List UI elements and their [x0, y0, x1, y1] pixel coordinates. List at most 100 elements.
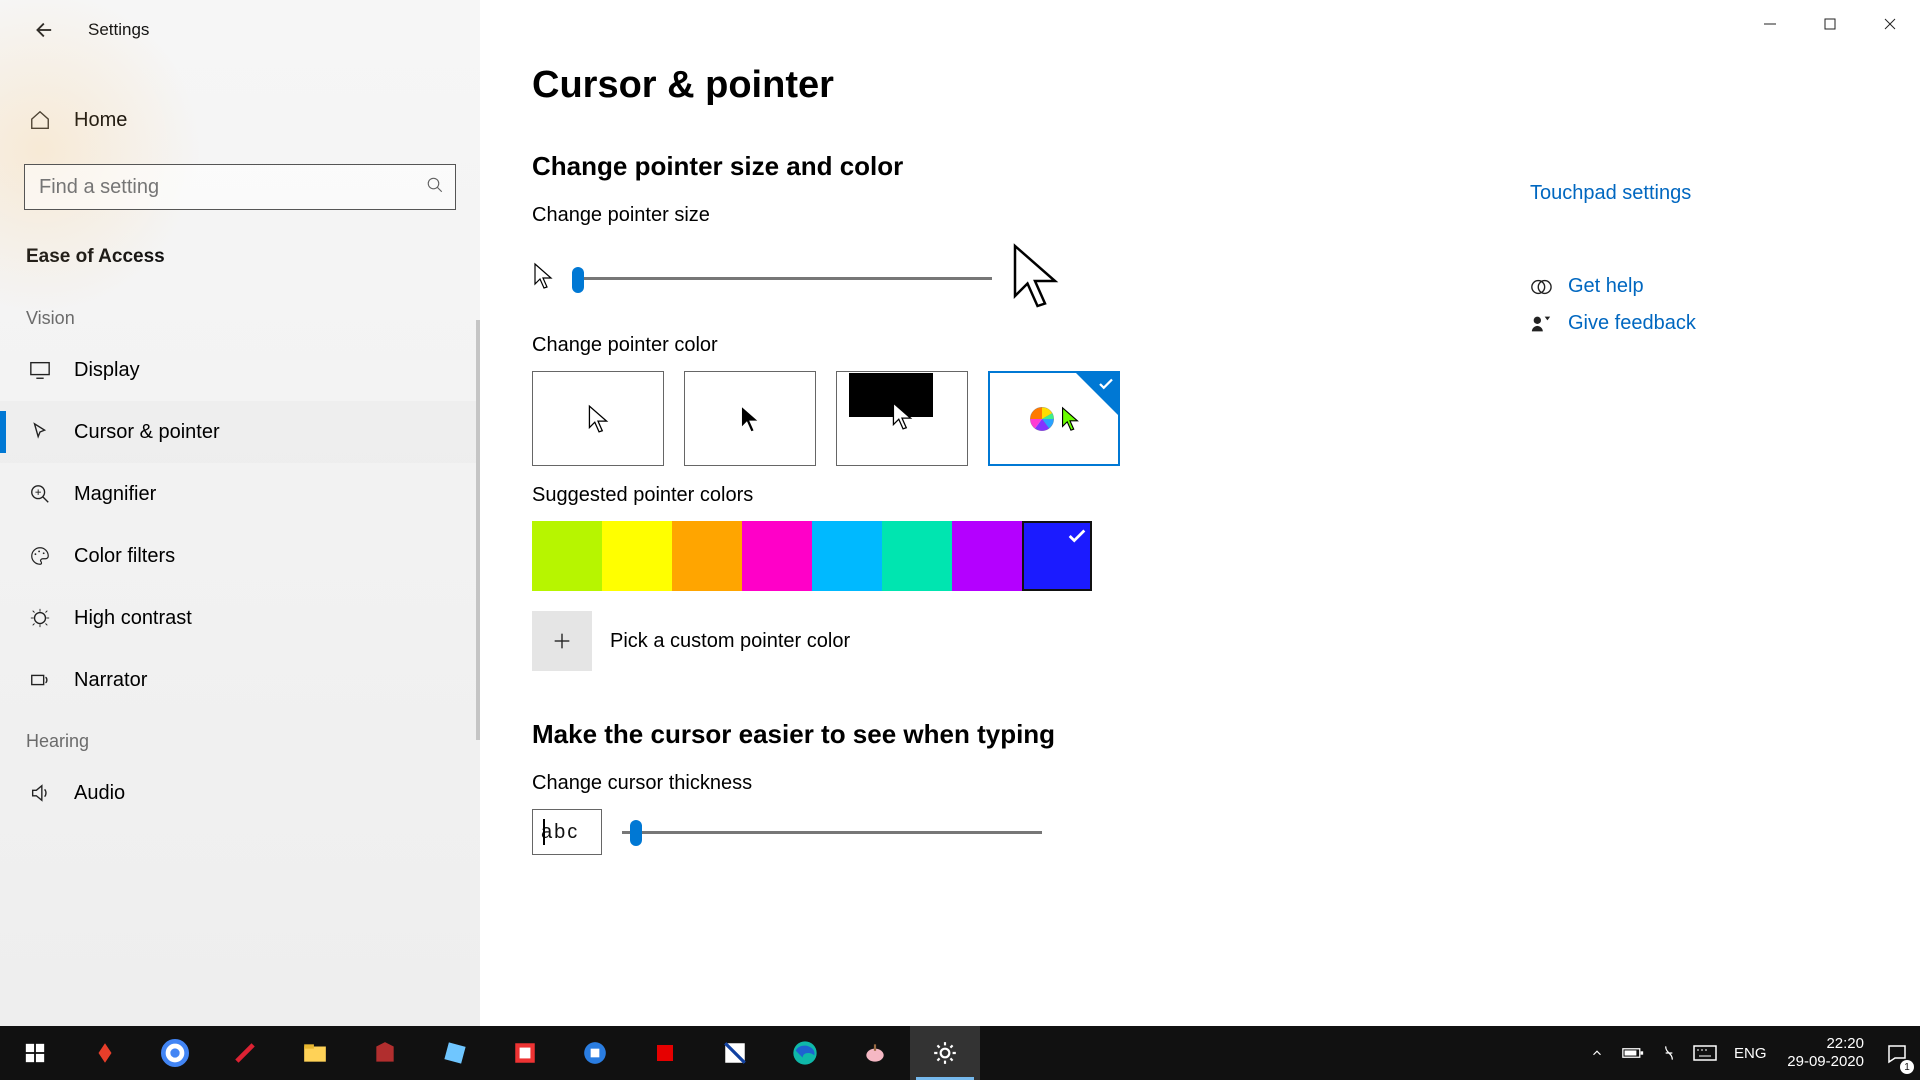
swatch-5[interactable]	[882, 521, 952, 591]
nav-magnifier-label: Magnifier	[74, 483, 156, 506]
palette-icon	[28, 545, 52, 567]
back-button[interactable]	[24, 12, 60, 48]
tray-time: 22:20	[1787, 1035, 1864, 1053]
tray-clock[interactable]: 22:20 29-09-2020	[1777, 1035, 1874, 1071]
taskbar-app-9[interactable]	[840, 1026, 910, 1080]
search-input[interactable]	[24, 164, 456, 210]
page-title: Cursor & pointer	[532, 64, 1860, 107]
pointer-color-white[interactable]	[532, 371, 664, 466]
home-label: Home	[74, 109, 127, 132]
taskbar-settings[interactable]	[910, 1026, 980, 1080]
taskbar-app-8[interactable]	[700, 1026, 770, 1080]
plus-box	[532, 611, 592, 671]
taskbar-explorer[interactable]	[280, 1026, 350, 1080]
tray-connect-icon[interactable]	[1651, 1026, 1687, 1080]
tray-keyboard-icon[interactable]	[1687, 1026, 1723, 1080]
get-help-link[interactable]: Get help	[1568, 275, 1644, 298]
help-icon	[1530, 276, 1552, 298]
pointer-size-slider[interactable]	[572, 264, 992, 294]
home-icon	[28, 109, 52, 131]
taskbar-app-4[interactable]	[420, 1026, 490, 1080]
notif-badge: 1	[1900, 1060, 1914, 1074]
pointer-color-custom[interactable]	[988, 371, 1120, 466]
taskbar-app-1[interactable]	[70, 1026, 140, 1080]
nav-display[interactable]: Display	[0, 339, 480, 401]
abc-text: abc	[541, 821, 579, 844]
color-wheel-icon	[1028, 405, 1056, 433]
narrator-icon	[28, 669, 52, 691]
selected-check-icon	[1076, 373, 1118, 415]
sidebar: Settings Home Ease of Access Vision Disp…	[0, 0, 480, 1026]
suggested-swatches	[532, 521, 1860, 591]
check-icon	[1066, 525, 1088, 547]
pointer-color-options	[532, 371, 1860, 466]
nav-color-filters[interactable]: Color filters	[0, 525, 480, 587]
swatch-2[interactable]	[672, 521, 742, 591]
tray-date: 29-09-2020	[1787, 1053, 1864, 1071]
home-nav[interactable]: Home	[0, 90, 480, 150]
suggested-colors-label: Suggested pointer colors	[532, 484, 1860, 507]
right-rail: Touchpad settings Get help Give feedback	[1530, 182, 1790, 335]
nav-narrator[interactable]: Narrator	[0, 649, 480, 711]
cursor-thickness-label: Change cursor thickness	[532, 772, 1860, 795]
nav-narrator-label: Narrator	[74, 669, 147, 692]
nav-colorfilters-label: Color filters	[74, 545, 175, 568]
thickness-preview: abc	[532, 809, 602, 855]
display-icon	[28, 359, 52, 381]
start-button[interactable]	[0, 1026, 70, 1080]
main-content: Cursor & pointer Change pointer size and…	[480, 0, 1920, 1026]
nav-high-contrast[interactable]: High contrast	[0, 587, 480, 649]
cursor-thickness-row: abc	[532, 809, 1860, 855]
nav-magnifier[interactable]: Magnifier	[0, 463, 480, 525]
taskbar: ENG 22:20 29-09-2020 1	[0, 1026, 1920, 1080]
plus-icon	[551, 630, 573, 652]
category-hearing: Hearing	[0, 711, 480, 762]
window-title: Settings	[88, 20, 149, 40]
cursor-large-icon	[1010, 241, 1060, 316]
taskbar-chrome[interactable]	[140, 1026, 210, 1080]
section-title: Ease of Access	[0, 234, 480, 288]
category-vision: Vision	[0, 288, 480, 339]
close-button[interactable]	[1860, 4, 1920, 44]
taskbar-edge[interactable]	[770, 1026, 840, 1080]
swatch-1[interactable]	[602, 521, 672, 591]
taskbar-app-5[interactable]	[490, 1026, 560, 1080]
give-feedback-link[interactable]: Give feedback	[1568, 312, 1696, 335]
minimize-button[interactable]	[1740, 4, 1800, 44]
feedback-icon	[1530, 313, 1552, 335]
cursor-small-icon	[532, 262, 554, 295]
nav-highcontrast-label: High contrast	[74, 607, 192, 630]
touchpad-settings-link[interactable]: Touchpad settings	[1530, 182, 1691, 205]
maximize-button[interactable]	[1800, 4, 1860, 44]
pointer-color-inverted[interactable]	[836, 371, 968, 466]
tray-overflow[interactable]	[1579, 1026, 1615, 1080]
nav-audio[interactable]: Audio	[0, 762, 480, 824]
nav-cursor-pointer[interactable]: Cursor & pointer	[0, 401, 480, 463]
section-cursor-typing: Make the cursor easier to see when typin…	[532, 719, 1860, 750]
cursor-icon	[28, 421, 52, 443]
taskbar-app-3[interactable]	[350, 1026, 420, 1080]
cursor-thickness-slider[interactable]	[622, 817, 1042, 847]
tray-battery-icon[interactable]	[1615, 1026, 1651, 1080]
taskbar-app-6[interactable]	[560, 1026, 630, 1080]
window-controls	[1740, 0, 1920, 48]
nav-audio-label: Audio	[74, 782, 125, 805]
pointer-color-label: Change pointer color	[532, 334, 1860, 357]
swatch-4[interactable]	[812, 521, 882, 591]
taskbar-app-2[interactable]	[210, 1026, 280, 1080]
taskbar-app-7[interactable]	[630, 1026, 700, 1080]
tray-language[interactable]: ENG	[1723, 1026, 1777, 1080]
pointer-color-black[interactable]	[684, 371, 816, 466]
swatch-6[interactable]	[952, 521, 1022, 591]
nav-display-label: Display	[74, 359, 140, 382]
audio-icon	[28, 782, 52, 804]
swatch-3[interactable]	[742, 521, 812, 591]
pick-custom-color[interactable]: Pick a custom pointer color	[532, 611, 1860, 671]
swatch-7[interactable]	[1022, 521, 1092, 591]
tray-notifications[interactable]: 1	[1874, 1026, 1920, 1080]
search-field-wrap	[24, 164, 456, 210]
swatch-0[interactable]	[532, 521, 602, 591]
search-icon	[426, 176, 444, 194]
section-size-color: Change pointer size and color	[532, 151, 1860, 182]
pick-custom-label: Pick a custom pointer color	[610, 630, 850, 653]
